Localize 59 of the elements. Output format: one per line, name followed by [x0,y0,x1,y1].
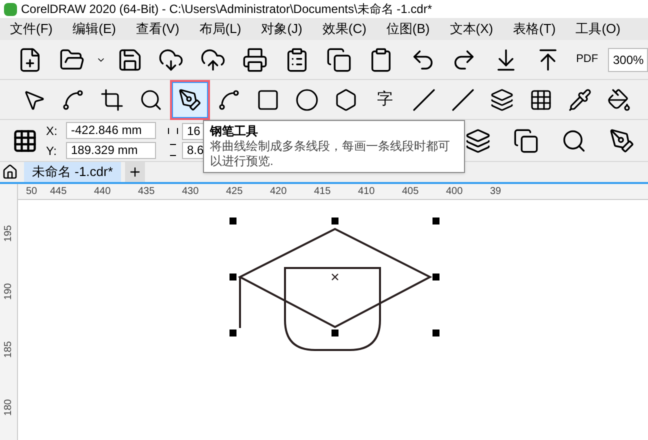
menu-item[interactable]: 布局(L) [189,18,252,40]
ruler-label: 440 [94,185,111,199]
tool-button[interactable]: 字 [367,82,403,118]
ruler-label: 425 [226,185,243,199]
cloud-upload-icon [200,46,226,72]
y-field[interactable]: 189.329 mm [66,142,156,159]
document-tab[interactable]: 未命名 -1.cdr* [24,162,121,182]
search-icon [139,88,163,112]
menu-item[interactable]: 文件(F) [0,18,63,40]
width-icon [168,128,178,134]
ruler-label: 435 [138,185,155,199]
y-label: Y: [46,142,58,160]
home-icon[interactable] [2,164,18,180]
menu-item[interactable]: 对象(J) [251,18,312,40]
crop-icon [100,88,124,112]
bucket-icon [607,88,631,112]
circle-icon [295,88,319,112]
ruler-label: 39 [490,185,502,199]
line-icon [412,88,436,112]
app-logo-icon [4,2,17,16]
tool-button[interactable] [172,82,208,118]
cloud-download-icon [158,46,184,72]
menu-item[interactable]: 位图(B) [376,18,440,40]
pdf-button[interactable]: PDF [572,44,602,74]
x-field[interactable]: -422.846 mm [66,122,156,139]
menu-item[interactable]: 工具(O) [566,18,630,40]
menu-item[interactable]: 文本(X) [440,18,504,40]
eyedropper-icon [568,88,592,112]
ruler-label: 190 [2,282,15,300]
print-icon [242,46,268,72]
ruler-label: 50 [26,185,38,199]
hexagon-icon [334,88,358,112]
position-grid-icon [12,128,38,154]
ruler-label: 410 [358,185,375,199]
ruler-label: 415 [314,185,331,199]
ruler-label: 445 [50,185,67,199]
ruler-label: 195 [2,224,15,242]
plus-icon [128,165,142,179]
ruler-label: 180 [2,398,15,416]
pen-icon [178,88,202,112]
rectangle-icon [256,88,280,112]
copy-icon [326,46,352,72]
menu-item[interactable]: 编辑(E) [62,18,126,40]
save-icon [116,46,143,72]
menu-item[interactable]: 效果(C) [312,18,376,40]
ruler-label: 430 [182,185,199,199]
menu-item[interactable]: 表格(T) [503,18,566,40]
menu-item[interactable]: 查看(V) [126,18,190,40]
window-title: CorelDRAW 2020 (64-Bit) - C:\Users\Administrator\Documents\未命名 -1.cdr* [21,1,432,18]
ruler-label: 185 [2,340,15,358]
curve-icon [217,88,241,112]
folder-icon [58,46,85,72]
ruler-label: 400 [446,185,463,199]
add-tab-button[interactable] [124,162,145,182]
ruler-label: 420 [270,185,287,199]
ruler-label: 405 [402,185,419,199]
x-label: X: [46,122,58,140]
height-icon [170,144,176,156]
zoom-field[interactable]: 300% [608,48,648,72]
